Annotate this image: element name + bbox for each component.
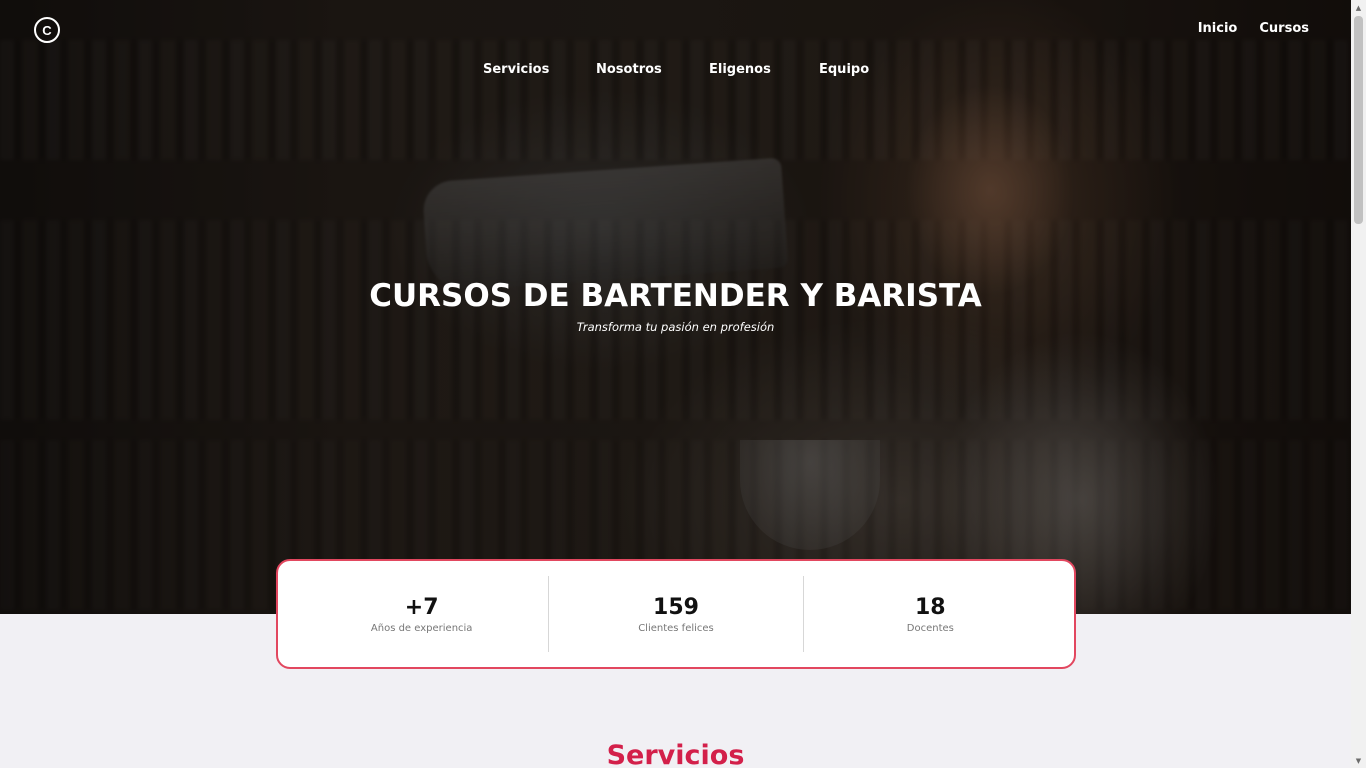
hero-subtitle: Transforma tu pasión en profesión [576, 320, 775, 334]
section-nav: Servicios Nosotros Eligenos Equipo [483, 62, 869, 77]
stats-card: +7 Años de experiencia 159 Clientes feli… [276, 559, 1076, 669]
nav-link-nosotros[interactable]: Nosotros [596, 62, 709, 77]
stat-value: +7 [404, 594, 439, 620]
hero-title: CURSOS DE BARTENDER Y BARISTA [369, 278, 982, 314]
nav-link-cursos[interactable]: Cursos [1259, 21, 1309, 36]
stat-value: 18 [915, 594, 946, 620]
top-nav: Inicio Cursos [1198, 21, 1309, 36]
brand-logo-glyph: C [42, 22, 52, 38]
services-heading: Servicios [606, 740, 745, 768]
stat-label: Años de experiencia [370, 622, 473, 634]
nav-link-inicio[interactable]: Inicio [1198, 21, 1238, 36]
scroll-up-arrow-icon[interactable]: ▲ [1351, 0, 1366, 15]
stat-label: Clientes felices [638, 622, 714, 634]
scrollbar-thumb[interactable] [1354, 16, 1363, 224]
stat-value: 159 [653, 594, 699, 620]
nav-link-servicios[interactable]: Servicios [483, 62, 596, 77]
scroll-down-arrow-icon[interactable]: ▼ [1351, 753, 1366, 768]
stat-teachers: 18 Docentes [802, 576, 1057, 652]
page-scrollbar[interactable]: ▲ ▼ [1351, 0, 1366, 768]
stat-clients: 159 Clientes felices [548, 576, 802, 652]
nav-link-eligenos[interactable]: Eligenos [709, 62, 819, 77]
stat-label: Docentes [906, 622, 954, 634]
brand-logo-icon[interactable]: C [34, 17, 60, 43]
stat-experience: +7 Años de experiencia [295, 576, 548, 652]
nav-link-equipo[interactable]: Equipo [819, 62, 869, 77]
